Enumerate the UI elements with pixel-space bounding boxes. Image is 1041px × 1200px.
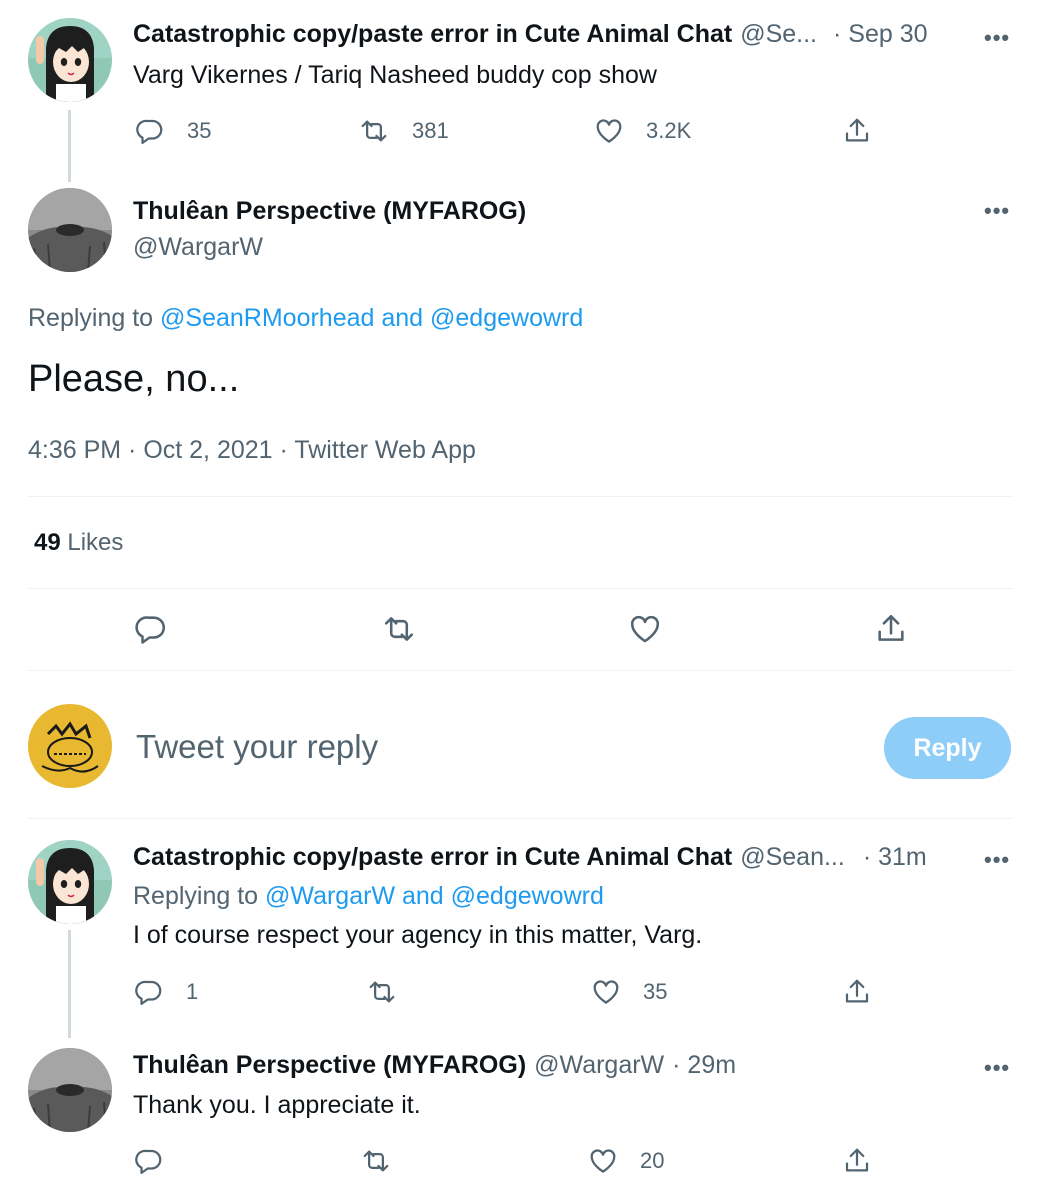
replying-users-link[interactable]: @SeanRMoorhead and @edgewowrd	[160, 304, 583, 332]
reply1-header: Catastrophic copy/paste error in Cute An…	[133, 843, 927, 872]
share-action[interactable]	[874, 612, 908, 646]
reply-action[interactable]: 35	[135, 116, 211, 146]
more-icon[interactable]: •••	[984, 25, 1010, 51]
author-name[interactable]: Catastrophic copy/paste error in Cute An…	[133, 20, 732, 49]
reply2-header: Thulêan Perspective (MYFAROG) @WargarW ·…	[133, 1051, 736, 1080]
tweet-time[interactable]: · 31m	[863, 843, 927, 872]
reply-button[interactable]: Reply	[884, 717, 1011, 779]
retweet-count: 381	[412, 118, 449, 143]
replying-prefix: Replying to	[133, 882, 259, 910]
avatar-thulean[interactable]	[28, 188, 112, 272]
divider	[28, 818, 1013, 819]
more-icon[interactable]: •••	[984, 1055, 1010, 1081]
tweet1-header: Catastrophic copy/paste error in Cute An…	[133, 20, 928, 49]
avatar-thulean[interactable]	[28, 1048, 112, 1132]
share-icon	[874, 612, 908, 646]
more-icon[interactable]: •••	[984, 198, 1010, 224]
like-action[interactable]: 20	[588, 1146, 664, 1176]
avatar-cute-animal-chat[interactable]	[28, 840, 112, 924]
share-icon	[842, 1146, 872, 1176]
reply-icon	[134, 1146, 164, 1176]
heart-icon	[628, 612, 662, 646]
author-name[interactable]: Thulêan Perspective (MYFAROG)	[133, 1051, 526, 1080]
thread-line	[68, 110, 71, 182]
replying-users-link[interactable]: @WargarW and @edgewowrd	[265, 882, 604, 910]
retweet-action[interactable]	[381, 612, 417, 646]
share-action[interactable]	[842, 1146, 872, 1176]
like-action[interactable]: 35	[591, 977, 667, 1007]
heart-icon	[591, 977, 621, 1007]
retweet-icon	[366, 977, 398, 1007]
reply-action[interactable]	[134, 612, 168, 646]
avatar-cute-animal-chat[interactable]	[28, 18, 112, 102]
author-name[interactable]: Catastrophic copy/paste error in Cute An…	[133, 843, 732, 872]
replying-to: Replying to @WargarW and @edgewowrd	[133, 882, 604, 911]
divider	[28, 496, 1013, 497]
reply-icon	[134, 612, 168, 646]
likes-summary[interactable]: 49 Likes	[34, 529, 123, 557]
retweet-action[interactable]: 381	[358, 116, 449, 146]
reply-action[interactable]: 1	[134, 977, 198, 1007]
like-count: 20	[640, 1148, 665, 1173]
tweet-time[interactable]: · Sep 30	[833, 20, 928, 49]
retweet-action[interactable]	[360, 1146, 392, 1176]
retweet-icon	[381, 612, 417, 646]
author-handle[interactable]: @WargarW	[133, 233, 263, 262]
retweet-icon	[358, 116, 390, 146]
retweet-icon	[360, 1146, 392, 1176]
divider	[28, 670, 1013, 671]
likes-count: 49	[34, 529, 61, 556]
share-action[interactable]	[842, 977, 872, 1007]
heart-icon	[594, 116, 624, 146]
share-icon	[842, 977, 872, 1007]
thread-line	[68, 930, 71, 1038]
replying-prefix: Replying to	[28, 304, 154, 332]
reply-icon	[135, 116, 165, 146]
like-action[interactable]	[628, 612, 662, 646]
like-count: 3.2K	[646, 118, 692, 143]
tweet-timestamp[interactable]: 4:36 PM · Oct 2, 2021 · Twitter Web App	[28, 436, 476, 465]
like-action[interactable]: 3.2K	[594, 116, 691, 146]
tweet-text: Varg Vikernes / Tariq Nasheed buddy cop …	[133, 61, 657, 89]
share-icon	[842, 116, 872, 146]
divider	[28, 588, 1013, 589]
heart-icon	[588, 1146, 618, 1176]
author-handle[interactable]: @WargarW	[534, 1051, 664, 1080]
replying-to: Replying to @SeanRMoorhead and @edgewowr…	[28, 304, 583, 333]
tweet-text: I of course respect your agency in this …	[133, 921, 703, 949]
likes-label: Likes	[67, 529, 124, 556]
tweet-text: Thank you. I appreciate it.	[133, 1091, 421, 1119]
retweet-action[interactable]	[366, 977, 398, 1007]
author-name[interactable]: Thulêan Perspective (MYFAROG)	[133, 197, 526, 226]
main-tweet-text: Please, no...	[28, 358, 240, 400]
like-count: 35	[643, 979, 668, 1004]
reply-count: 35	[187, 118, 212, 143]
reply-count: 1	[186, 979, 199, 1004]
more-icon[interactable]: •••	[984, 847, 1010, 873]
reply-input[interactable]: Tweet your reply	[136, 728, 378, 766]
author-handle[interactable]: @Sean...	[740, 843, 845, 872]
share-action[interactable]	[842, 116, 872, 146]
reply-icon	[134, 977, 164, 1007]
avatar-current-user[interactable]	[28, 704, 112, 788]
author-handle[interactable]: @Se...	[740, 20, 817, 49]
tweet-time[interactable]: · 29m	[672, 1051, 736, 1080]
reply-action[interactable]	[134, 1146, 164, 1176]
